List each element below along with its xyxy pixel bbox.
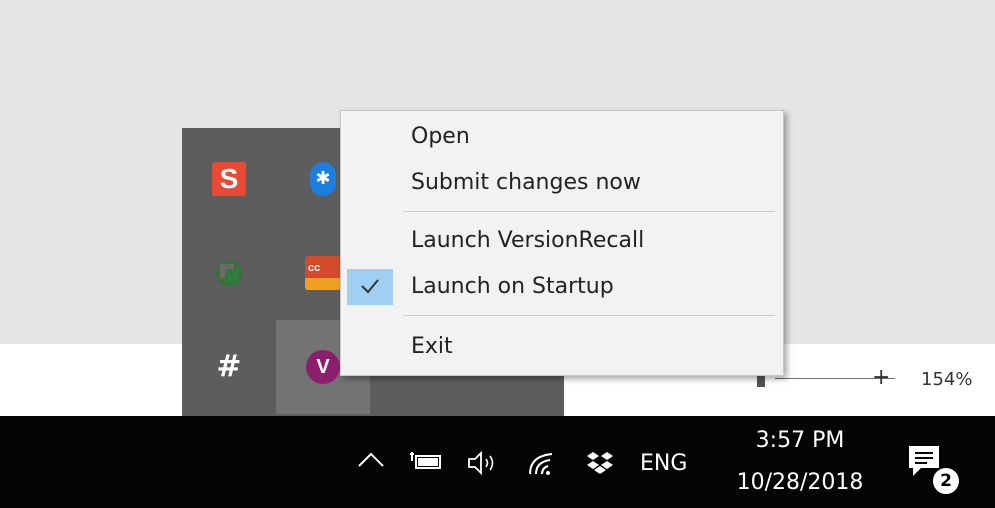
checkmark-icon [361,279,379,294]
bluetooth-icon: ✱ [310,162,336,196]
snagit-icon: S [212,162,246,196]
tray-item-snagit[interactable]: S [182,132,276,226]
notifications-button[interactable]: 2 [905,442,961,496]
menu-item-label: Open [411,124,470,149]
taskbar: ENG 3:57 PM 10/28/2018 2 [0,416,995,508]
dropbox-icon[interactable] [585,450,615,476]
volume-icon[interactable] [466,450,500,476]
menu-item-label: Exit [411,334,453,359]
chevron-up-icon[interactable] [356,440,386,480]
menu-item-launch-on-startup[interactable]: Launch on Startup [341,267,783,307]
menu-item-launch-versionrecall[interactable]: Launch VersionRecall [341,221,783,261]
versionrecall-icon: V [306,350,340,384]
cc-app-icon: cc [305,256,341,290]
notification-count-badge: 2 [931,466,961,496]
green-app-icon [214,258,244,288]
cc-app-label: cc [308,262,321,274]
wifi-icon[interactable] [526,448,560,478]
menu-item-label: Launch on Startup [411,274,614,299]
clock-date[interactable]: 10/28/2018 [716,468,884,498]
clock-time[interactable]: 3:57 PM [716,426,884,456]
battery-icon[interactable] [408,450,442,472]
language-indicator[interactable]: ENG [640,450,687,478]
zoom-plus-button[interactable]: + [872,362,890,394]
menu-item-open[interactable]: Open [341,117,783,157]
slack-icon: # [216,349,242,384]
context-menu: Open Submit changes now Launch VersionRe… [340,110,784,376]
menu-item-label: Launch VersionRecall [411,228,645,253]
tray-item-slack[interactable]: # [182,320,276,414]
zoom-level-value[interactable]: 154% [921,364,972,396]
menu-separator [403,315,775,316]
checkmark-highlight [347,269,393,305]
menu-item-exit[interactable]: Exit [341,327,783,367]
menu-separator [403,211,775,212]
tray-item-green-app[interactable] [182,226,276,320]
menu-item-submit-changes[interactable]: Submit changes now [341,163,783,203]
menu-item-label: Submit changes now [411,170,641,195]
